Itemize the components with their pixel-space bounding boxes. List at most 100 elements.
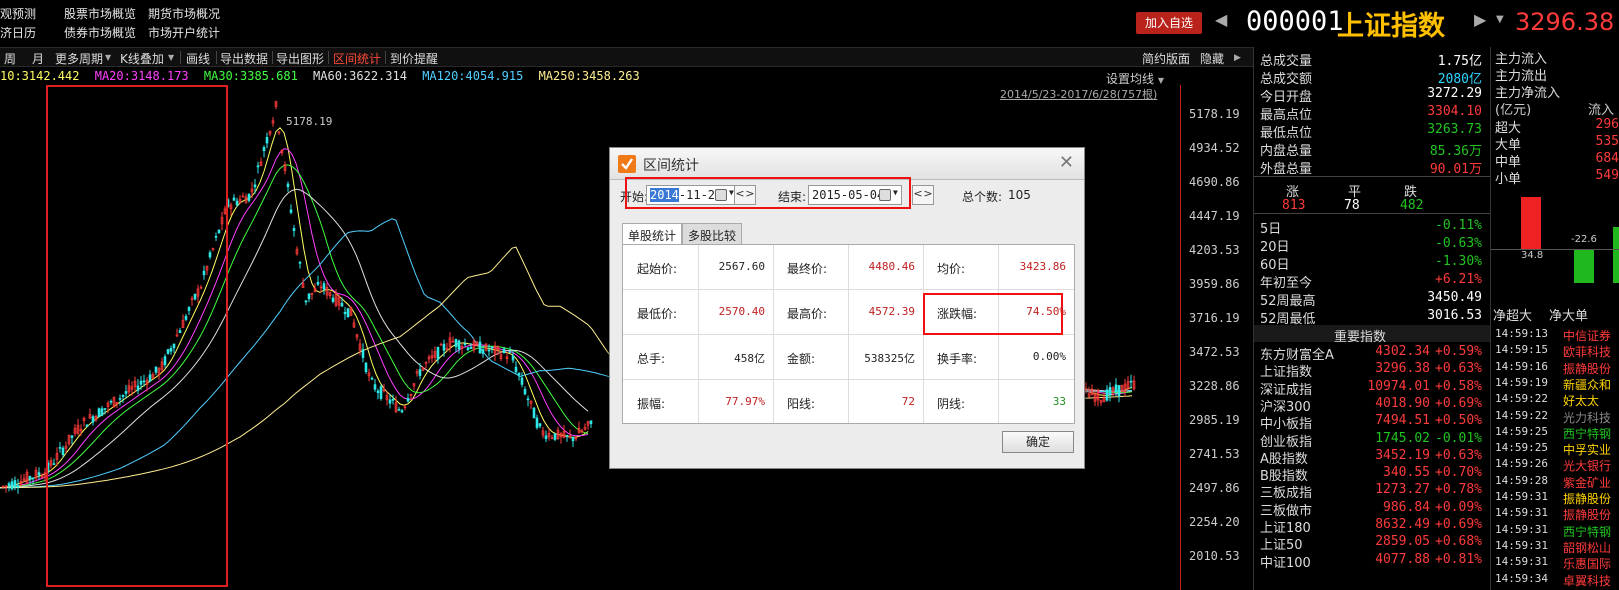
perf-row: 年初至今 +6.21% xyxy=(1258,272,1486,291)
toolbar-kline-overlay[interactable]: K线叠加 xyxy=(120,50,164,67)
candle-body xyxy=(61,447,65,456)
candle-body xyxy=(286,183,290,188)
zdp-value: 78 xyxy=(1344,198,1360,213)
candle-body xyxy=(148,374,152,382)
index-row[interactable]: 上证180 8632.49 +0.69% xyxy=(1258,517,1486,536)
prev-stock-icon[interactable]: ◀ xyxy=(1215,10,1227,29)
index-title: 重要指数 xyxy=(1334,330,1387,345)
candle-body xyxy=(553,433,557,440)
ma30-value: MA30:3385.681 xyxy=(203,69,298,83)
trade-name: 新疆众和 xyxy=(1563,377,1612,392)
index-row[interactable]: 中证100 4077.88 +0.81% xyxy=(1258,551,1486,571)
trade-time: 14:59:25 xyxy=(1495,441,1548,455)
index-row[interactable]: 创业板指 1745.02 -0.01% xyxy=(1258,431,1486,450)
trade-name: 韶钢松山 xyxy=(1563,540,1612,555)
candle-body xyxy=(373,384,377,390)
index-name: 沪深300 xyxy=(1260,399,1311,415)
tab-single-stock[interactable]: 单股统计 xyxy=(622,223,683,245)
y-axis-tick: 2010.53 xyxy=(1189,549,1240,563)
trade-name: 中信证券 xyxy=(1563,329,1612,343)
toolbar-simple-layout[interactable]: 简约版面 xyxy=(1142,50,1190,67)
price-axis: 5178.19 4934.52 4690.86 4447.19 4203.53 3959.… xyxy=(1180,85,1250,590)
divider xyxy=(180,51,181,64)
candle-body xyxy=(289,209,293,213)
arrow-right-icon[interactable]: > xyxy=(923,187,933,203)
stat-value: 4572.39 xyxy=(868,305,915,318)
quote-row-value: 3263.73 xyxy=(1427,122,1482,137)
stat-label: 最高价: xyxy=(787,307,828,321)
arrow-left-icon[interactable]: < xyxy=(913,187,923,203)
index-value: 4077.88 xyxy=(1375,551,1430,567)
index-row[interactable]: A股指数 3452.19 +0.63% xyxy=(1258,448,1486,467)
toolbar-month[interactable]: 月 xyxy=(32,50,44,67)
toolbar-price-alert[interactable]: 到价提醒 xyxy=(390,50,438,67)
trade-time: 14:59:26 xyxy=(1495,457,1548,471)
add-favorite-button[interactable]: 加入自选 xyxy=(1136,12,1202,34)
chevron-down-icon[interactable]: ▼ xyxy=(168,53,174,62)
candle-body xyxy=(502,348,506,353)
toolbar-hide[interactable]: 隐藏 xyxy=(1200,50,1224,67)
candle-body xyxy=(469,346,473,349)
index-row[interactable]: 沪深300 4018.90 +0.69% xyxy=(1258,396,1486,415)
candle-body xyxy=(454,339,458,347)
menu-item-calendar[interactable]: 济日历 xyxy=(0,24,36,41)
candle-body xyxy=(142,380,146,383)
next-stock-icon[interactable]: ▶ xyxy=(1474,10,1486,29)
index-row[interactable]: B股指数 340.55 +0.70% xyxy=(1258,465,1486,484)
toolbar-export-data[interactable]: 导出数据 xyxy=(220,50,268,67)
index-row[interactable]: 上证指数 3296.38 +0.63% xyxy=(1258,361,1486,380)
stat-value: 2567.60 xyxy=(718,260,765,273)
candle-body xyxy=(565,434,569,437)
menu-item-account-stats[interactable]: 市场开户统计 xyxy=(148,24,220,41)
flow-row-value: 684 xyxy=(1595,151,1619,166)
fund-flow-panel: 主力流入 主力流出 主力净流入 (亿元) 流入 超大 296 大单 535 中单 684 小单 549 3… xyxy=(1490,47,1619,590)
index-row[interactable]: 三板成指 1273.27 +0.78% xyxy=(1258,482,1486,501)
stat-value: 77.97% xyxy=(725,395,765,408)
trade-name: 欧菲科技 xyxy=(1563,345,1612,360)
toolbar-week[interactable]: 周 xyxy=(4,50,16,67)
index-row[interactable]: 东方财富全A 4302.34 +0.59% xyxy=(1258,344,1486,363)
ok-button[interactable]: 确定 xyxy=(1002,431,1074,453)
menu-item-stock-overview[interactable]: 股票市场概览 xyxy=(64,5,136,22)
quote-row: 总成交额 2080亿 xyxy=(1258,68,1486,87)
end-spinner[interactable]: < > xyxy=(912,185,934,205)
peak-label: 5178.19 xyxy=(286,115,332,128)
y-axis-tick: 4203.53 xyxy=(1189,243,1240,257)
stat-label: 涨跌幅: xyxy=(937,307,978,321)
perf-row-label: 52周最低 xyxy=(1260,312,1316,327)
index-row[interactable]: 三板做市 986.84 +0.09% xyxy=(1258,500,1486,519)
close-icon[interactable]: ✕ xyxy=(1059,152,1074,173)
candle-body xyxy=(28,476,32,480)
toolbar-export-image[interactable]: 导出图形 xyxy=(276,50,324,67)
toolbar-more-periods[interactable]: 更多周期 xyxy=(55,50,103,67)
quote-row: 总成交量 1.75亿 xyxy=(1258,50,1486,69)
candle-body xyxy=(514,366,518,373)
candle-body xyxy=(97,408,101,418)
index-row[interactable]: 上证50 2859.05 +0.68% xyxy=(1258,534,1486,553)
toolbar-draw-line[interactable]: 画线 xyxy=(186,50,210,67)
candle-body xyxy=(346,308,350,317)
trade-time: 14:59:19 xyxy=(1495,375,1548,389)
toolbar-range-stats[interactable]: 区间统计 xyxy=(333,50,381,67)
candle-body xyxy=(439,344,443,346)
dropdown-icon[interactable]: ▼ xyxy=(1496,14,1504,25)
trade-time: 14:59:25 xyxy=(1495,424,1548,438)
index-row[interactable]: 深证成指 10974.01 +0.58% xyxy=(1258,379,1486,398)
candle-body xyxy=(538,423,542,427)
current-price: 3296.38 xyxy=(1515,8,1615,36)
ma-settings-label: 设置均线 xyxy=(1106,72,1155,86)
menu-item-forecast[interactable]: 观预测 xyxy=(0,5,36,22)
menu-item-futures-overview[interactable]: 期货市场概况 xyxy=(148,5,220,22)
quote-panel: 重要指数 总成交量 1.75亿 总成交额 2080亿 今日开盘 3272.29 最高点位 33… xyxy=(1253,47,1490,590)
y-axis-tick: 3472.53 xyxy=(1189,345,1240,359)
tab-multi-compare[interactable]: 多股比较 xyxy=(682,223,743,245)
perf-row-value: 3450.49 xyxy=(1427,290,1482,305)
collapse-arrow-icon[interactable]: ▶ xyxy=(1234,53,1241,63)
candle-body xyxy=(121,394,125,397)
flow-row-value: 296 xyxy=(1595,117,1619,132)
dialog-titlebar[interactable]: 区间统计 ✕ xyxy=(610,148,1084,180)
candle-body xyxy=(391,398,395,401)
index-row[interactable]: 中小板指 7494.51 +0.50% xyxy=(1258,413,1486,432)
chevron-down-icon[interactable]: ▼ xyxy=(105,53,111,62)
menu-item-bond-overview[interactable]: 债券市场概览 xyxy=(64,24,136,41)
